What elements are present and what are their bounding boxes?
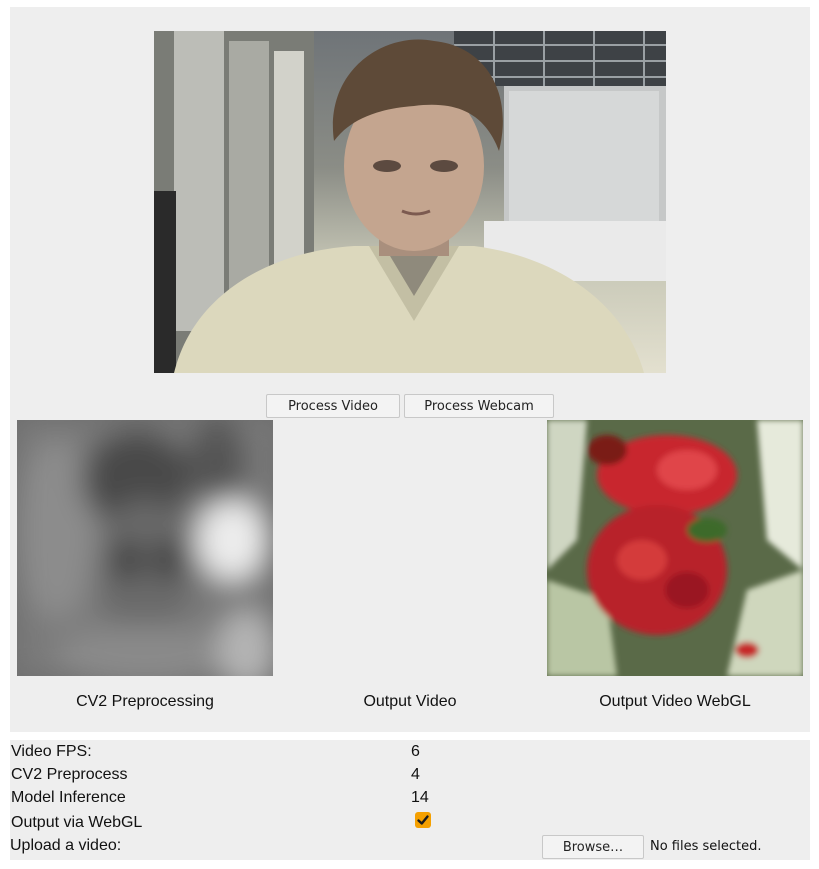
cv2-preprocess-label: CV2 Preprocess	[11, 766, 128, 783]
process-webcam-button[interactable]: Process Webcam	[404, 394, 554, 418]
model-inference-label: Model Inference	[11, 789, 126, 806]
output-video-canvas	[282, 420, 538, 676]
model-inference-value: 14	[411, 789, 429, 806]
webgl-toggle-label: Output via WebGL	[11, 814, 143, 831]
output-webgl-image	[547, 420, 803, 676]
file-status-text: No files selected.	[650, 839, 762, 854]
cv2-preprocess-value: 4	[411, 766, 420, 783]
cv2-preprocessing-caption: CV2 Preprocessing	[76, 693, 214, 710]
webcam-video	[154, 31, 666, 373]
checkmark-icon	[417, 815, 429, 825]
main-panel: Process Video Process Webcam CV2 Preproc…	[10, 7, 810, 732]
upload-video-label: Upload a video:	[10, 837, 122, 854]
video-fps-label: Video FPS:	[11, 743, 92, 760]
cv2-preprocessing-image	[17, 420, 273, 676]
video-fps-value: 6	[411, 743, 420, 760]
webgl-checkbox[interactable]	[415, 812, 431, 828]
output-video-webgl-canvas	[547, 420, 803, 676]
stats-panel: Video FPS: 6 CV2 Preprocess 4 Model Infe…	[10, 740, 810, 860]
webcam-frame-image	[154, 31, 666, 373]
browse-button[interactable]: Browse…	[542, 835, 644, 859]
cv2-preprocessing-canvas	[17, 420, 273, 676]
output-video-webgl-caption: Output Video WebGL	[599, 693, 751, 710]
output-video-caption: Output Video	[363, 693, 457, 710]
process-video-button[interactable]: Process Video	[266, 394, 400, 418]
